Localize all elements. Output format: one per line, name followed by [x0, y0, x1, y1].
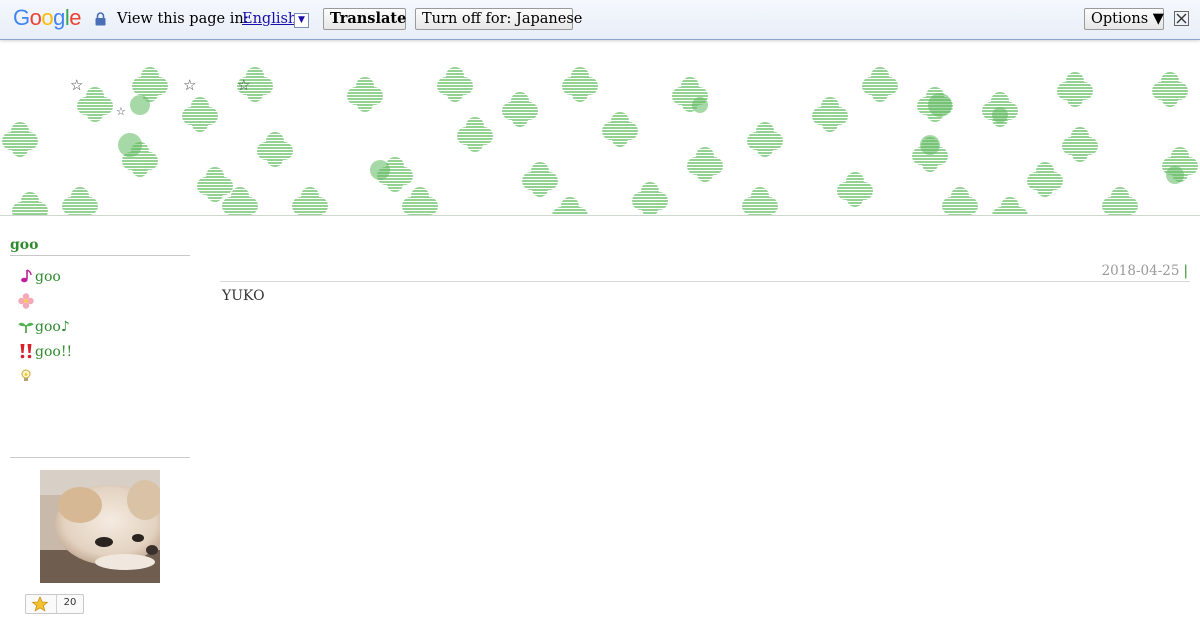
star-button[interactable]: 20: [25, 594, 84, 614]
sidebar-item-flower[interactable]: [18, 293, 35, 313]
post-date: 2018-04-25 |: [1102, 263, 1188, 279]
post-date-text: 2018-04-25: [1101, 263, 1180, 279]
lock-icon: [95, 12, 106, 26]
close-icon[interactable]: [1174, 11, 1189, 26]
turn-off-button[interactable]: Turn off for: Japanese: [415, 8, 582, 30]
view-page-label: View this page in:: [117, 11, 249, 27]
star-icon: [31, 596, 49, 612]
star-icon: ☆: [183, 76, 197, 94]
sidebar-item-label: goo!!: [35, 344, 73, 360]
header-banner: ☆ ☆ ☆ ☆: [0, 65, 1200, 215]
star-divider: [56, 595, 57, 613]
exclamation-icon: [20, 344, 32, 359]
sidebar-divider: [10, 255, 190, 256]
clover-pattern-icon: [2, 67, 1198, 215]
translate-bar: Google View this page in: English ▼ Tran…: [0, 0, 1200, 40]
flower-icon: [18, 293, 34, 309]
sidebar-divider: [10, 457, 190, 458]
profile-photo[interactable]: [40, 470, 160, 583]
sidebar-item-goo-note[interactable]: goo♪: [18, 318, 70, 338]
chevron-down-icon[interactable]: ▼: [294, 13, 309, 28]
star-icon: ☆: [237, 76, 251, 94]
sidebar-item-label: goo♪: [35, 319, 70, 335]
star-icon: ☆: [116, 105, 126, 118]
sprout-icon: [18, 322, 34, 333]
post-body: YUKO: [222, 288, 265, 304]
sidebar-item-goo-exclaim[interactable]: goo!!: [18, 343, 72, 363]
sidebar-item-lightbulb[interactable]: [18, 368, 35, 388]
google-logo: Google: [13, 5, 82, 30]
music-note-icon: [21, 269, 32, 283]
sidebar-item-goo[interactable]: goo: [18, 268, 61, 288]
sidebar-item-label: goo: [35, 269, 61, 285]
banner-divider: [0, 215, 1200, 216]
post-divider: [220, 281, 1190, 282]
language-select[interactable]: English: [242, 11, 297, 27]
lightbulb-icon: [21, 369, 31, 381]
star-count: 20: [63, 597, 77, 608]
star-icon: ☆: [70, 76, 84, 94]
sidebar-title: goo: [10, 237, 39, 253]
translate-button[interactable]: Translate: [323, 8, 406, 30]
date-separator: |: [1183, 263, 1188, 279]
options-button[interactable]: Options ▼: [1084, 8, 1164, 30]
